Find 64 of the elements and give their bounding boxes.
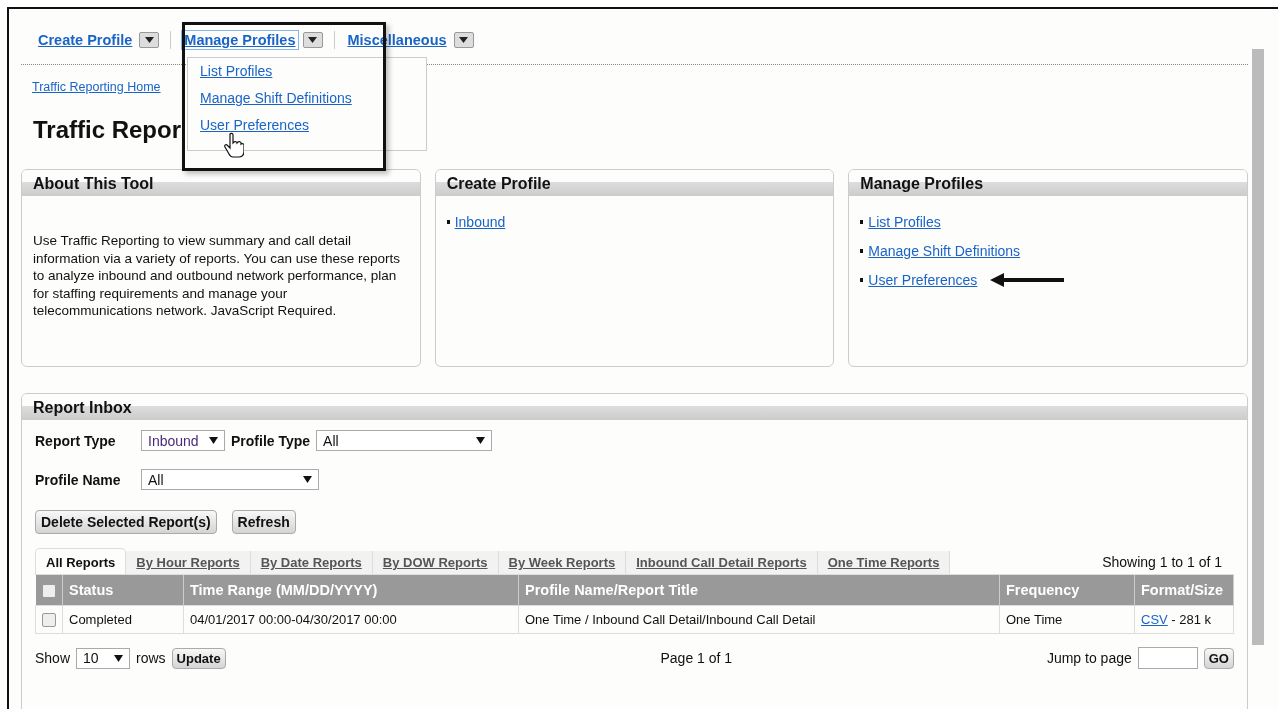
panel-description: Use Traffic Reporting to view summary and call detail information via a variety of reports. You can use these reports to analyze inbound and outbound network performance, plan for staffing requirements and manage your telecommunications network. JavaScript Required. bbox=[33, 232, 401, 320]
nav-link[interactable]: Manage Profiles bbox=[182, 31, 298, 49]
dropdown-toggle[interactable] bbox=[302, 32, 323, 48]
bullet-icon bbox=[860, 248, 864, 253]
tab[interactable]: Inbound Call Detail Reports bbox=[626, 551, 818, 574]
panel-title: Create Profile bbox=[446, 175, 551, 192]
page-title: Traffic Repor bbox=[33, 115, 182, 145]
tab[interactable]: By Week Reports bbox=[498, 551, 627, 574]
panel-link[interactable]: List Profiles bbox=[868, 213, 941, 230]
panel-link[interactable]: Inbound bbox=[454, 213, 506, 230]
caret-icon bbox=[459, 37, 469, 43]
menu-item[interactable]: Manage Shift Definitions bbox=[200, 89, 352, 108]
panel-link[interactable]: Manage Shift Definitions bbox=[868, 242, 1021, 259]
nav-link[interactable]: Create Profile bbox=[36, 31, 135, 49]
rows-label: rows bbox=[136, 650, 166, 666]
select-field[interactable]: All bbox=[316, 430, 493, 451]
caret-icon bbox=[476, 437, 486, 444]
update-button[interactable]: Update bbox=[171, 647, 226, 669]
panel-title: Report Inbox bbox=[33, 399, 132, 416]
filter-label: Profile Name bbox=[35, 471, 122, 488]
action-button[interactable]: Refresh bbox=[231, 510, 296, 534]
result-count: Showing 1 to 1 of 1 bbox=[1101, 553, 1223, 572]
select-field[interactable]: All bbox=[141, 469, 319, 490]
show-label: Show bbox=[35, 650, 71, 666]
table-cell: One Time / Inbound Call Detail/Inbound Call Detail bbox=[525, 612, 816, 627]
dropdown-toggle[interactable] bbox=[453, 32, 474, 48]
bullet-icon bbox=[860, 219, 864, 224]
page-indicator: Page 1 of 1 bbox=[660, 650, 733, 666]
caret-icon bbox=[209, 437, 218, 444]
breadcrumb-link[interactable]: Traffic Reporting Home bbox=[32, 80, 161, 94]
arrow-icon bbox=[990, 272, 1067, 287]
panel-link[interactable]: User Preferences bbox=[868, 271, 978, 288]
go-button[interactable]: GO bbox=[1203, 647, 1234, 669]
bullet-icon bbox=[446, 219, 450, 224]
page-input[interactable] bbox=[1137, 647, 1198, 669]
caret-icon bbox=[308, 37, 317, 43]
download-link[interactable]: CSV bbox=[1141, 612, 1168, 627]
caret-icon bbox=[303, 476, 312, 483]
caret-icon bbox=[114, 654, 124, 662]
tab[interactable]: By Date Reports bbox=[250, 551, 373, 574]
checkbox[interactable] bbox=[42, 613, 56, 628]
checkbox[interactable] bbox=[41, 584, 56, 599]
dropdown-toggle[interactable] bbox=[139, 32, 160, 48]
table-cell: Completed bbox=[69, 612, 132, 627]
table-cell: One Time bbox=[1006, 612, 1063, 627]
tab[interactable]: By DOW Reports bbox=[372, 551, 499, 574]
filter-label: Report Type bbox=[35, 432, 117, 449]
file-size: - 281 k bbox=[1171, 612, 1212, 627]
panel-title: About This Tool bbox=[33, 175, 154, 192]
menu-item[interactable]: User Preferences bbox=[200, 116, 309, 135]
menu-item[interactable]: List Profiles bbox=[200, 62, 273, 81]
scrollbar[interactable] bbox=[1252, 49, 1264, 645]
table-cell: 04/01/2017 00:00-04/30/2017 00:00 bbox=[190, 612, 397, 627]
rows-select[interactable]: 10 bbox=[76, 647, 131, 669]
tab[interactable]: By Hour Reports bbox=[126, 551, 251, 574]
select-field[interactable]: Inbound bbox=[141, 430, 225, 451]
tab[interactable]: One Time Reports bbox=[817, 551, 951, 574]
caret-icon bbox=[144, 37, 154, 43]
action-button[interactable]: Delete Selected Report(s) bbox=[35, 510, 217, 534]
tab[interactable]: All Reports bbox=[35, 548, 127, 574]
filter-label: Profile Type bbox=[231, 432, 311, 449]
bullet-icon bbox=[860, 277, 864, 282]
jump-label: Jump to page bbox=[1046, 650, 1132, 666]
panel-title: Manage Profiles bbox=[860, 175, 984, 192]
